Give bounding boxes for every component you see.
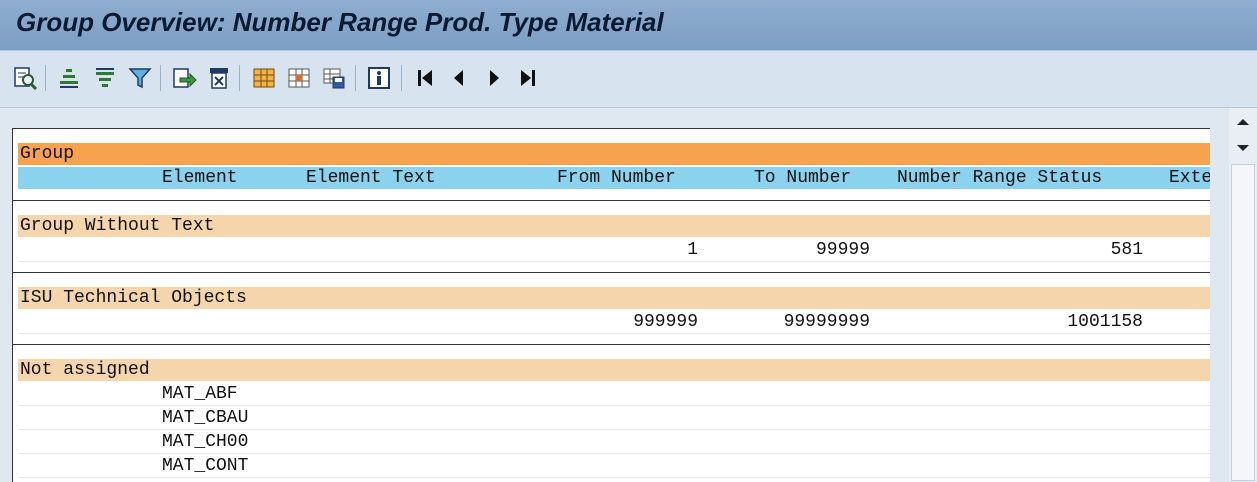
- col-number-range-status[interactable]: Number Range Status: [897, 167, 1102, 189]
- previous-page-icon[interactable]: [446, 65, 472, 91]
- title-bar: Group Overview: Number Range Prod. Type …: [0, 0, 1257, 50]
- first-page-icon[interactable]: [412, 65, 438, 91]
- to-number-value: 99999: [815, 240, 870, 260]
- group-row[interactable]: ISU Technical Objects: [18, 287, 1210, 309]
- application-toolbar: [0, 50, 1257, 108]
- save-layout-icon[interactable]: [321, 65, 347, 91]
- table-row[interactable]: MAT_CH00: [18, 431, 1210, 454]
- print-icon[interactable]: [206, 65, 232, 91]
- col-to-number[interactable]: To Number: [754, 167, 851, 189]
- col-element[interactable]: Element: [162, 167, 238, 189]
- export-icon[interactable]: [171, 65, 197, 91]
- page-title: Group Overview: Number Range Prod. Type …: [16, 7, 664, 37]
- scrollbar-track[interactable]: [1231, 164, 1255, 481]
- element-value: MAT_CH00: [162, 432, 249, 452]
- element-value: MAT_ABF: [162, 384, 238, 404]
- status-value: 1001158: [1067, 312, 1143, 332]
- from-number-value: 999999: [633, 312, 698, 332]
- last-page-icon[interactable]: [515, 65, 541, 91]
- scroll-up-icon[interactable]: [1229, 110, 1257, 134]
- to-number-value: 99999999: [783, 312, 870, 332]
- group-column-label: Group: [20, 144, 75, 164]
- group-row[interactable]: Group Without Text: [18, 215, 1210, 237]
- scroll-down-icon[interactable]: [1229, 136, 1257, 160]
- change-layout-icon[interactable]: [286, 65, 312, 91]
- table-row[interactable]: 999999 99999999 1001158: [18, 311, 1210, 334]
- list-output: Group Element Element Text From Number T…: [12, 128, 1210, 482]
- sort-descending-icon[interactable]: [92, 65, 118, 91]
- from-number-value: 1: [687, 240, 698, 260]
- col-from-number[interactable]: From Number: [557, 167, 676, 189]
- col-external[interactable]: Exte: [1169, 167, 1210, 189]
- vertical-scrollbar[interactable]: [1229, 108, 1257, 481]
- element-value: MAT_CONT: [162, 456, 249, 476]
- layout-icon[interactable]: [251, 65, 277, 91]
- element-value: MAT_CBAU: [162, 408, 249, 428]
- table-row[interactable]: MAT_CONT: [18, 455, 1210, 478]
- group-row[interactable]: Not assigned: [18, 359, 1210, 381]
- group-name: Group Without Text: [20, 216, 215, 236]
- group-name: Not assigned: [20, 360, 150, 380]
- next-page-icon[interactable]: [481, 65, 507, 91]
- status-value: 581: [1110, 240, 1143, 260]
- filter-icon[interactable]: [127, 65, 153, 91]
- col-element-text[interactable]: Element Text: [306, 167, 436, 189]
- table-row[interactable]: MAT_CBAU: [18, 407, 1210, 430]
- table-row[interactable]: MAT_ABF: [18, 383, 1210, 406]
- table-row[interactable]: 1 99999 581: [18, 239, 1210, 262]
- info-icon[interactable]: [366, 65, 392, 91]
- group-name: ISU Technical Objects: [20, 288, 247, 308]
- column-header-row: Element Element Text From Number To Numb…: [18, 167, 1210, 189]
- group-header-row: Group: [18, 143, 1210, 165]
- details-icon[interactable]: [12, 65, 38, 91]
- sort-ascending-icon[interactable]: [56, 65, 82, 91]
